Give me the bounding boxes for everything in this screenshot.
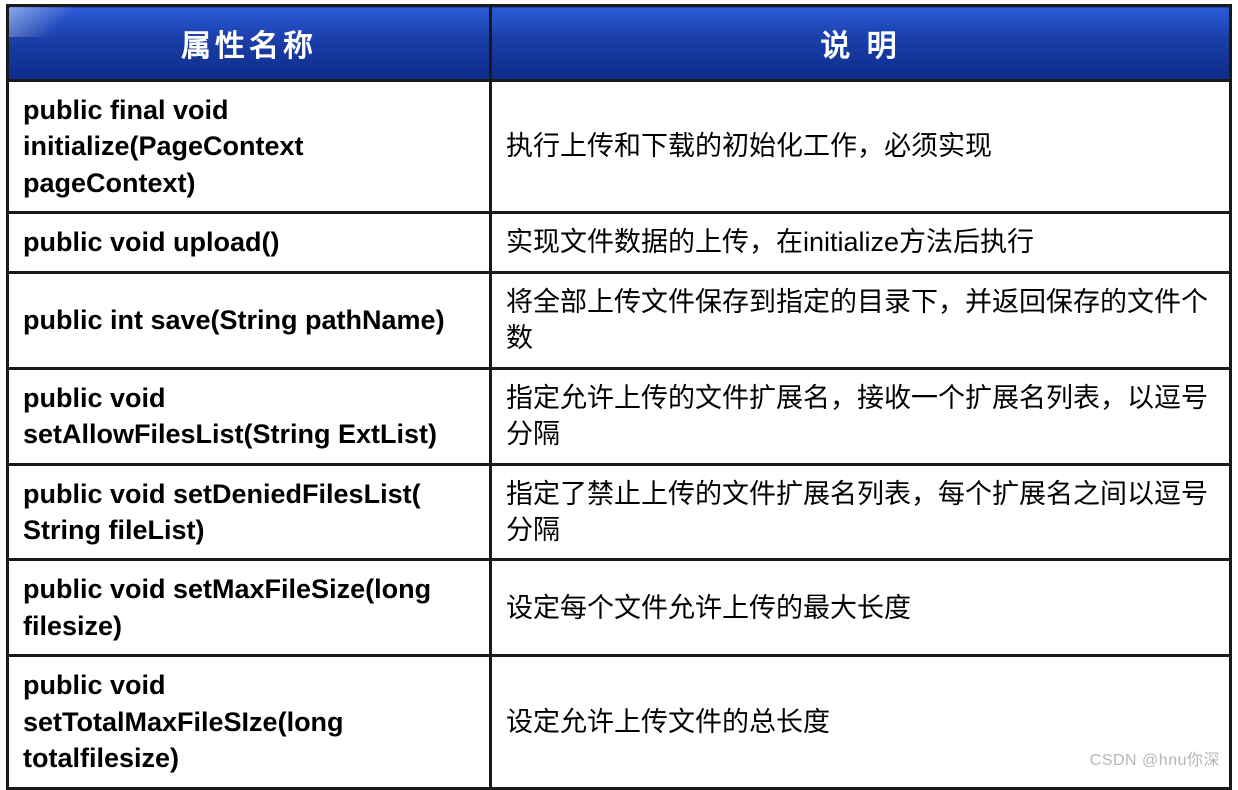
cell-name: public final void initialize(PageContext…: [8, 81, 491, 213]
table-row: public int save(String pathName) 将全部上传文件…: [8, 272, 1231, 368]
cell-name: public void setMaxFileSize(long filesize…: [8, 560, 491, 656]
table-header-row: 属性名称 说 明: [8, 6, 1231, 81]
table-row: public final void initialize(PageContext…: [8, 81, 1231, 213]
cell-name: public void setAllowFilesList(String Ext…: [8, 368, 491, 464]
cell-name: public void setDeniedFilesList( String f…: [8, 464, 491, 560]
cell-desc: 设定每个文件允许上传的最大长度: [491, 560, 1231, 656]
cell-desc: 指定允许上传的文件扩展名，接收一个扩展名列表，以逗号分隔: [491, 368, 1231, 464]
cell-desc: 指定了禁止上传的文件扩展名列表，每个扩展名之间以逗号分隔: [491, 464, 1231, 560]
table-row: public void upload() 实现文件数据的上传，在initiali…: [8, 213, 1231, 272]
header-name: 属性名称: [8, 6, 491, 81]
cell-desc: 执行上传和下载的初始化工作，必须实现: [491, 81, 1231, 213]
table-row: public void setMaxFileSize(long filesize…: [8, 560, 1231, 656]
api-table: 属性名称 说 明 public final void initialize(Pa…: [6, 4, 1232, 790]
table-row: public void setTotalMaxFileSIze(long tot…: [8, 656, 1231, 788]
header-desc: 说 明: [491, 6, 1231, 81]
table-row: public void setDeniedFilesList( String f…: [8, 464, 1231, 560]
cell-desc: 设定允许上传文件的总长度: [491, 656, 1231, 788]
cell-name: public void upload(): [8, 213, 491, 272]
cell-name: public int save(String pathName): [8, 272, 491, 368]
page-container: 属性名称 说 明 public final void initialize(Pa…: [0, 0, 1238, 776]
cell-desc: 实现文件数据的上传，在initialize方法后执行: [491, 213, 1231, 272]
cell-desc: 将全部上传文件保存到指定的目录下，并返回保存的文件个数: [491, 272, 1231, 368]
cell-name: public void setTotalMaxFileSIze(long tot…: [8, 656, 491, 788]
table-row: public void setAllowFilesList(String Ext…: [8, 368, 1231, 464]
